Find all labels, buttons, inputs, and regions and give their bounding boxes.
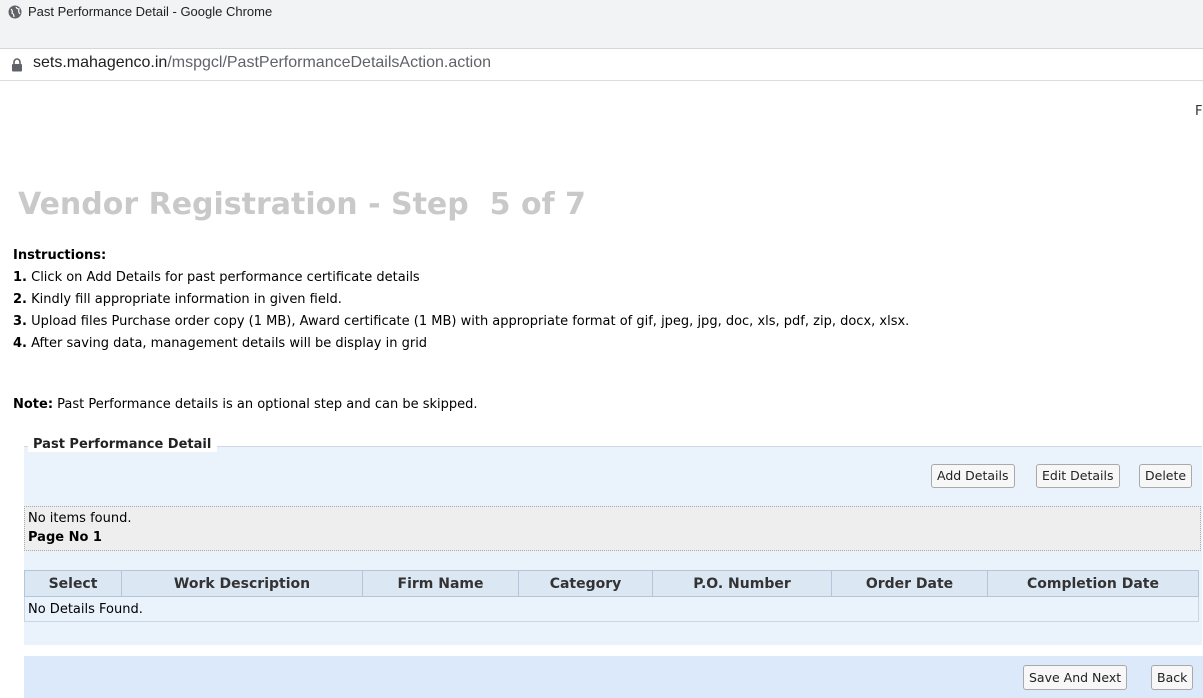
window-title: Past Performance Detail - Google Chrome bbox=[28, 4, 273, 19]
instruction-text: Upload files Purchase order copy (1 MB),… bbox=[26, 314, 910, 329]
instruction-item: 2. Kindly fill appropriate information i… bbox=[13, 289, 909, 311]
no-items-text: No items found. bbox=[28, 511, 132, 526]
note-label: Note: bbox=[13, 397, 54, 412]
instruction-number: 3. bbox=[13, 314, 27, 329]
column-header-firm-name[interactable]: Firm Name bbox=[362, 570, 519, 597]
browser-titlebar: Past Performance Detail - Google Chrome bbox=[0, 0, 1203, 49]
column-header-select[interactable]: Select bbox=[24, 570, 122, 597]
url-host: sets.mahagenco.in bbox=[33, 54, 168, 71]
column-header-category[interactable]: Category bbox=[518, 570, 653, 597]
header-fragment: F bbox=[1195, 104, 1203, 119]
instruction-text: Click on Add Details for past performanc… bbox=[26, 270, 420, 285]
empty-table-message: No Details Found. bbox=[24, 596, 1199, 622]
details-table: Select Work Description Firm Name Catego… bbox=[24, 570, 1199, 622]
save-and-next-button[interactable]: Save And Next bbox=[1023, 665, 1128, 690]
table-row: No Details Found. bbox=[24, 596, 1199, 622]
back-button[interactable]: Back bbox=[1151, 665, 1194, 690]
instruction-number: 1. bbox=[13, 270, 27, 285]
instruction-text: After saving data, management details wi… bbox=[26, 336, 428, 351]
column-header-completion-date[interactable]: Completion Date bbox=[987, 570, 1199, 597]
section-legend: Past Performance Detail bbox=[28, 437, 218, 452]
page-title: Vendor Registration - Step 5 of 7 bbox=[18, 187, 586, 222]
pager-box: No items found. Page No 1 bbox=[24, 506, 1201, 551]
table-header-row: Select Work Description Firm Name Catego… bbox=[24, 570, 1199, 597]
column-header-po-number[interactable]: P.O. Number bbox=[652, 570, 832, 597]
instruction-item: 3. Upload files Purchase order copy (1 M… bbox=[13, 311, 909, 333]
instruction-number: 4. bbox=[13, 336, 27, 351]
note-body: Past Performance details is an optional … bbox=[53, 397, 478, 412]
globe-icon bbox=[8, 5, 22, 19]
column-header-work-description[interactable]: Work Description bbox=[121, 570, 363, 597]
address-bar[interactable]: sets.mahagenco.in/mspgcl/PastPerformance… bbox=[0, 50, 1203, 81]
delete-button[interactable]: Delete bbox=[1139, 464, 1193, 488]
lock-icon[interactable] bbox=[11, 58, 23, 72]
instructions-block: Instructions: 1. Click on Add Details fo… bbox=[13, 248, 909, 355]
instruction-item: 1. Click on Add Details for past perform… bbox=[13, 267, 909, 289]
add-details-button[interactable]: Add Details bbox=[931, 464, 1015, 488]
url-path: /mspgcl/PastPerformanceDetailsAction.act… bbox=[167, 54, 492, 71]
instructions-title: Instructions: bbox=[13, 248, 107, 263]
url-text[interactable]: sets.mahagenco.in/mspgcl/PastPerformance… bbox=[33, 54, 491, 72]
instruction-number: 2. bbox=[13, 292, 27, 307]
note-text: Note: Past Performance details is an opt… bbox=[13, 397, 478, 412]
instruction-text: Kindly fill appropriate information in g… bbox=[26, 292, 342, 307]
instruction-item: 4. After saving data, management details… bbox=[13, 333, 909, 355]
edit-details-button[interactable]: Edit Details bbox=[1036, 464, 1120, 488]
column-header-order-date[interactable]: Order Date bbox=[831, 570, 988, 597]
page-number: Page No 1 bbox=[28, 530, 102, 545]
